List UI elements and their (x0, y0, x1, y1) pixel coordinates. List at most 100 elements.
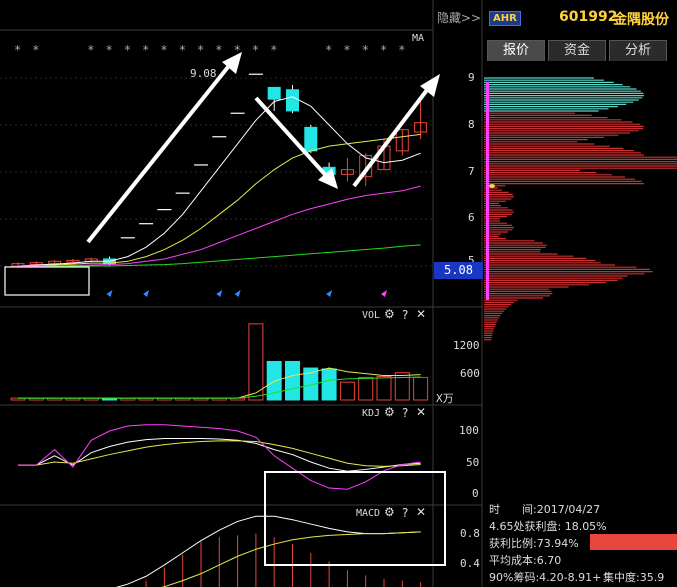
chip-profit-line: 4.65处获利盘: 18.05% (489, 520, 607, 533)
macd-tick-0.8: 0.8 (460, 527, 480, 540)
volume-ma-line (18, 367, 421, 399)
signal-star: * (234, 43, 241, 57)
vol-tick-600: 600 (460, 367, 480, 380)
signal-star: * (32, 43, 39, 57)
chip-profit-ratio-value: 73.94% (536, 537, 579, 550)
vol-tick-1200: 1200 (453, 339, 480, 352)
kdj-close-icon[interactable]: ✕ (416, 405, 426, 419)
ma-line-ma20 (18, 185, 421, 267)
vol-settings-icon[interactable]: ⚙ (384, 307, 395, 321)
profit-ratio-bar (590, 534, 677, 550)
volume-ma-line (18, 376, 421, 399)
buy-signal-marker (381, 290, 387, 297)
chip-profit-ratio-label: 获利比例: (489, 537, 537, 550)
signal-star: * (179, 43, 186, 57)
chip-current-marker (486, 82, 489, 300)
buy-signal-marker (106, 290, 113, 297)
stock-name: 金隅股份 (613, 12, 669, 28)
buy-signal-marker (326, 290, 333, 297)
kdj-help-icon[interactable]: ? (402, 406, 408, 420)
price-tick-6: 6 (468, 211, 475, 224)
ma-lines (17, 96, 421, 268)
ma-line-ma5 (17, 96, 421, 267)
signal-stars: * * * * * * * * * * * * * * * * * * (14, 43, 406, 57)
ahr-badge[interactable]: AHR (489, 11, 521, 26)
chip-time-value: 2017/04/27 (536, 503, 601, 516)
signal-star: * (362, 43, 369, 57)
signal-star: * (380, 43, 387, 57)
kdj-tick-50: 50 (466, 456, 480, 469)
signal-star: * (215, 43, 222, 57)
signal-star: * (252, 43, 259, 57)
vol-close-icon[interactable]: ✕ (416, 307, 426, 321)
stock-header: AHR 601992 金隅股份 (485, 0, 677, 36)
chip-time-row: 时 间:2017/04/27 (489, 501, 600, 517)
signal-star: * (160, 43, 167, 57)
volume-bar (339, 381, 355, 401)
high-price-label: 9.08 (190, 67, 217, 80)
macd-close-icon[interactable]: ✕ (416, 505, 426, 519)
chip-90-range: 90%筹码:4.20-8.91+ (489, 571, 602, 584)
signal-star: * (87, 43, 94, 57)
candle-down (286, 89, 299, 112)
buy-signal-marker (216, 290, 223, 297)
macd-title: MACD (356, 508, 381, 519)
kdj-tick-0: 0 (472, 487, 479, 500)
buy-signal-markers (106, 290, 387, 297)
kdj-tick-100: 100 (459, 424, 479, 437)
trend-arrows (86, 52, 440, 244)
macd-settings-icon[interactable]: ⚙ (384, 505, 395, 519)
hide-panel-button[interactable]: 隐藏>> (437, 9, 481, 26)
signal-star: * (142, 43, 149, 57)
stock-code: 601992 (559, 9, 618, 25)
vol-help-icon[interactable]: ? (402, 308, 408, 322)
chip-time-label: 时 间: (489, 503, 537, 516)
vol-unit: X万 (436, 392, 454, 405)
volume-bar (285, 360, 300, 401)
chip-avg-cost: 平均成本:6.70 (489, 554, 562, 567)
signal-star: * (398, 43, 405, 57)
volume-ma-lines (18, 367, 421, 399)
buy-signal-marker (143, 290, 150, 297)
signal-star: * (197, 43, 204, 57)
chip-distribution (484, 77, 677, 341)
current-price-tag: 5.08 (434, 262, 483, 279)
chart-frame (0, 0, 483, 587)
tab-fund[interactable]: 资金 (548, 40, 606, 61)
macd-help-icon[interactable]: ? (402, 506, 408, 520)
kdj-line-d (18, 440, 421, 467)
volume-bar (358, 376, 374, 401)
vol-title: VOL (362, 310, 381, 321)
tab-analysis[interactable]: 分析 (609, 40, 667, 61)
volume-bar (321, 368, 337, 401)
signal-star: * (124, 43, 131, 57)
kdj-title: KDJ (362, 408, 381, 419)
signal-star: * (106, 43, 113, 57)
signal-star: * (343, 43, 350, 57)
consolidation-box (4, 266, 90, 296)
ma-label: MA (412, 33, 425, 44)
candle-down (267, 86, 281, 100)
volume-bar (248, 323, 264, 401)
chart-canvas: * * * * * * * * * * * * * * * * * * (0, 0, 677, 587)
price-tick-8: 8 (468, 118, 475, 131)
tab-quote[interactable]: 报价 (487, 40, 545, 61)
price-tick-7: 7 (468, 165, 475, 178)
macd-tick-0.4: 0.4 (460, 557, 480, 570)
volume-bar (413, 376, 429, 401)
signal-star: * (14, 43, 21, 57)
kdj-settings-icon[interactable]: ⚙ (384, 405, 395, 419)
buy-signal-marker (234, 290, 241, 297)
volume-bars (10, 323, 429, 401)
price-tick-9: 9 (468, 71, 475, 84)
kdj-line-k (18, 437, 421, 472)
signal-star: * (325, 43, 332, 57)
chip-avg-cost-marker (489, 184, 495, 188)
signal-star: * (270, 43, 277, 57)
candle-down (304, 126, 318, 152)
kdj-line-j (18, 424, 421, 490)
chip-profit-ratio-row: 获利比例:73.94% (489, 535, 579, 551)
chip-concentration: 集中度:35.9 (603, 571, 665, 584)
kdj-lines (18, 424, 421, 490)
price-grid (0, 77, 433, 267)
